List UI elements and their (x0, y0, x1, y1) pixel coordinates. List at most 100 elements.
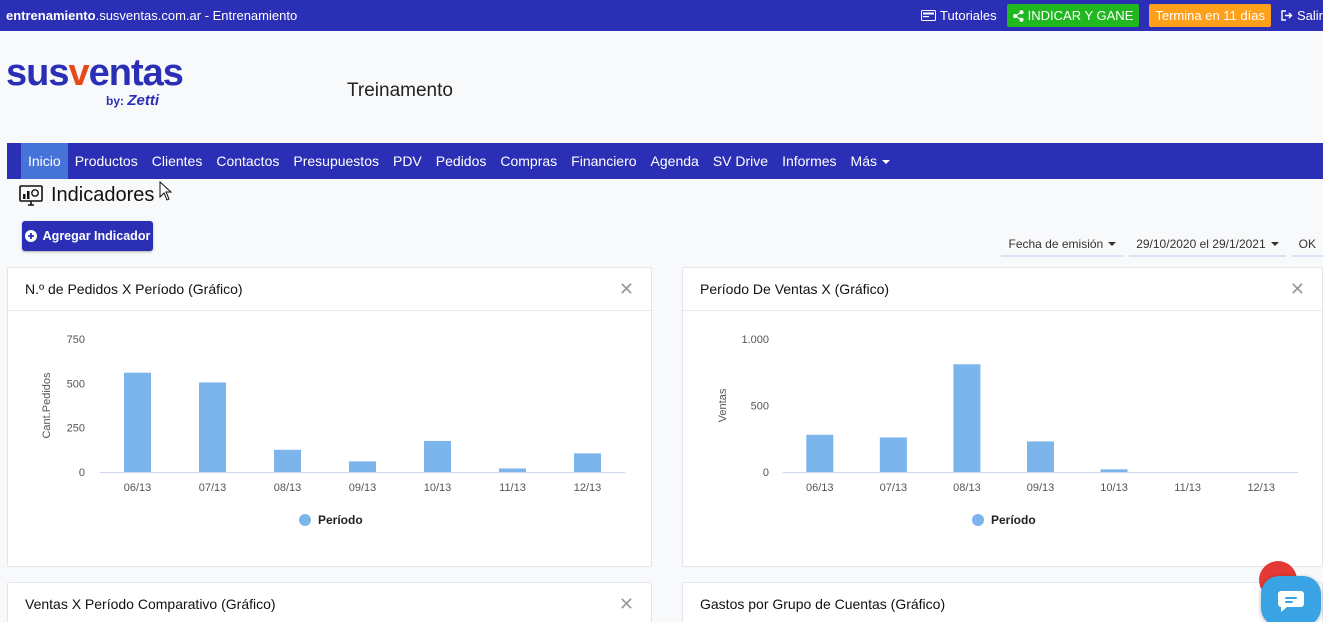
logo-part-b: entas (88, 52, 184, 94)
share-icon (1012, 9, 1024, 22)
nav-contactos[interactable]: Contactos (209, 143, 286, 179)
pedidos-bar-chart: 0 250 500 750 Cant.Pedidos 06/13 07/13 08/13 09/… (41, 334, 625, 527)
bar-08/13[interactable] (953, 364, 981, 472)
x-tick-label: 06/13 (124, 482, 152, 494)
main-navbar: Inicio Productos Clientes Contactos Pres… (7, 143, 1323, 179)
date-type-dropdown[interactable]: Fecha de emisión (1001, 233, 1124, 257)
site-suffix: - Entrenamiento (201, 8, 298, 23)
indicar-y-gane-button[interactable]: INDICAR Y GANE (1006, 4, 1140, 27)
tutoriales-link[interactable]: Tutoriales (921, 8, 997, 23)
x-tick-label: 09/13 (349, 482, 377, 494)
nav-inicio[interactable]: Inicio (21, 143, 68, 179)
nav-compras[interactable]: Compras (493, 143, 564, 179)
nav-agenda[interactable]: Agenda (644, 143, 706, 179)
bar-08/13[interactable] (274, 449, 301, 472)
y-tick-label: 250 (67, 423, 85, 435)
nav-mas-dropdown[interactable]: Más (844, 143, 897, 179)
agregar-indicador-button[interactable]: Agregar Indicador (22, 221, 153, 251)
mouse-cursor-icon (159, 181, 173, 201)
card-ventas-comparativo: Ventas X Período Comparativo (Gráfico) ✕ (7, 582, 652, 622)
nav-informes[interactable]: Informes (775, 143, 843, 179)
logo-by-name: Zetti (127, 92, 160, 109)
y-axis-title: Cant.Pedidos (41, 372, 53, 439)
nav-financiero[interactable]: Financiero (564, 143, 643, 179)
ok-button[interactable]: OK (1291, 233, 1323, 257)
legend-label: Período (991, 513, 1036, 527)
bar-06/13[interactable] (806, 434, 834, 472)
bar-10/13[interactable] (424, 440, 451, 472)
ventas-bar-chart: 0 500 1.000 Ventas 06/13 07/13 08/13 09/13 10/13… (717, 334, 1298, 527)
card-header: Ventas X Período Comparativo (Gráfico) ✕ (8, 583, 651, 622)
dashboard-monitor-icon (19, 184, 43, 206)
x-tick-label: 08/13 (274, 482, 302, 494)
card-title: N.º de Pedidos X Período (Gráfico) (25, 281, 243, 297)
y-tick-label: 0 (79, 467, 85, 479)
close-icon[interactable]: ✕ (619, 594, 634, 615)
site-domain: entrenamiento (6, 8, 96, 23)
card-header: Gastos por Grupo de Cuentas (Gráfico) (683, 583, 1322, 622)
chat-widget-button[interactable] (1261, 576, 1321, 622)
bar-07/13[interactable] (879, 437, 907, 472)
nav-pdv[interactable]: PDV (386, 143, 429, 179)
top-bar: entrenamiento.susventas.com.ar - Entrena… (0, 0, 1323, 31)
indicar-label: INDICAR Y GANE (1027, 8, 1134, 23)
chevron-down-icon (881, 160, 890, 165)
nav-clientes[interactable]: Clientes (145, 143, 210, 179)
filter-bar: Fecha de emisión 29/10/2020 el 29/1/2021… (1001, 233, 1323, 257)
x-tick-label: 12/13 (1247, 482, 1275, 494)
page-title: Indicadores (51, 184, 155, 206)
bar-09/13[interactable] (349, 461, 376, 472)
susventas-logo[interactable]: susventas by: Zetti (6, 52, 196, 115)
bar-11/13[interactable] (499, 468, 526, 472)
site-url: entrenamiento.susventas.com.ar - Entrena… (6, 8, 297, 23)
card-title: Ventas X Período Comparativo (Gráfico) (25, 596, 276, 612)
x-tick-label: 08/13 (953, 482, 981, 494)
chart-legend[interactable]: Período (299, 513, 363, 527)
indicadores-header: Indicadores (19, 184, 154, 207)
logo-part-v: v (68, 52, 89, 94)
sign-out-icon (1281, 10, 1293, 21)
trial-badge[interactable]: Termina en 11 días (1149, 4, 1271, 27)
salir-label: Salir (1296, 8, 1323, 23)
salir-link[interactable]: Salir (1281, 8, 1323, 23)
x-tick-label: 06/13 (806, 482, 834, 494)
card-title: Gastos por Grupo de Cuentas (Gráfico) (700, 596, 946, 612)
close-icon[interactable]: ✕ (1290, 279, 1305, 300)
nav-pedidos[interactable]: Pedidos (429, 143, 494, 179)
card-pedidos-periodo: N.º de Pedidos X Período (Gráfico) ✕ 0 25… (7, 267, 652, 567)
company-title: Treinamento (347, 80, 453, 101)
close-icon[interactable]: ✕ (619, 279, 634, 300)
bar-07/13[interactable] (199, 382, 226, 472)
legend-marker (972, 514, 984, 526)
card-ventas-periodo: Período De Ventas X (Gráfico) ✕ 0 500 1.00… (682, 267, 1323, 567)
chart-legend[interactable]: Período (972, 513, 1036, 527)
x-tick-label: 10/13 (424, 482, 452, 494)
card-header: N.º de Pedidos X Período (Gráfico) ✕ (8, 268, 651, 311)
date-range-dropdown[interactable]: 29/10/2020 el 29/1/2021 (1129, 233, 1286, 257)
nav-mas-label: Más (850, 153, 877, 169)
y-tick-label: 750 (67, 334, 85, 346)
x-tick-label: 10/13 (1100, 482, 1128, 494)
nav-productos[interactable]: Productos (68, 143, 145, 179)
card-header: Período De Ventas X (Gráfico) ✕ (683, 268, 1322, 311)
card-gastos-grupo: Gastos por Grupo de Cuentas (Gráfico) (682, 582, 1323, 622)
tutoriales-label: Tutoriales (940, 8, 997, 23)
x-tick-label: 11/13 (499, 482, 526, 494)
x-tick-label: 12/13 (574, 482, 602, 494)
site-host: .susventas.com.ar (95, 8, 202, 23)
y-tick-label: 1.000 (741, 334, 769, 346)
bar-12/13[interactable] (574, 453, 601, 472)
nav-presupuestos[interactable]: Presupuestos (286, 143, 386, 179)
y-tick-label: 0 (763, 467, 769, 479)
card-title: Período De Ventas X (Gráfico) (700, 281, 890, 297)
date-range-label: 29/10/2020 el 29/1/2021 (1136, 237, 1266, 251)
bar-09/13[interactable] (1027, 441, 1054, 472)
x-tick-label: 07/13 (199, 482, 227, 494)
plus-circle-icon (24, 230, 37, 242)
nav-sv-drive[interactable]: SV Drive (706, 143, 775, 179)
chevron-down-icon (1270, 242, 1279, 246)
logo-by: by: Zetti (106, 92, 159, 109)
bar-06/13[interactable] (124, 372, 151, 472)
bar-10/13[interactable] (1100, 469, 1128, 472)
logo-part-a: sus (6, 52, 69, 94)
